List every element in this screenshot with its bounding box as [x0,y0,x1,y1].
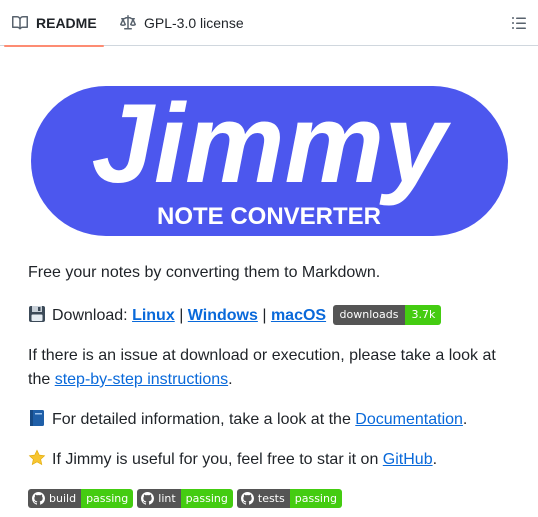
download-prefix: Download: [52,307,128,324]
star-paragraph: If Jimmy is useful for you, feel free to… [28,448,508,472]
downloads-badge-label: downloads [332,305,406,325]
lint-badge-value: passing [180,489,233,508]
tab-readme-label: README [36,15,97,31]
ci-badges: build passing lint passing tests passing [28,489,342,508]
download-macos-link[interactable]: macOS [271,307,326,324]
outline-button[interactable] [510,14,528,32]
build-badge[interactable]: build passing [28,489,134,508]
blue-book-icon [28,409,46,427]
github-icon [240,492,254,505]
issue-paragraph: If there is an issue at download or exec… [28,344,508,392]
lint-badge-label: lint [158,492,176,505]
lint-badge[interactable]: lint passing [137,489,233,508]
floppy-disk-icon [28,305,46,323]
logo-subtitle: NOTE CONVERTER [157,203,381,230]
documentation-link[interactable]: Documentation [355,411,463,428]
tests-badge[interactable]: tests passing [236,489,342,508]
github-link[interactable]: GitHub [383,451,433,468]
docs-paragraph: For detailed information, take a look at… [28,408,508,432]
jimmy-logo: Jimmy NOTE CONVERTER [31,86,508,236]
download-line: Download: Linux | Windows | macOS downlo… [28,304,508,328]
download-separator: | [179,307,184,324]
list-outline-icon [511,15,527,31]
docs-text: For detailed information, take a look at… [52,411,351,428]
tagline: Free your notes by converting them to Ma… [28,264,381,281]
downloads-badge-value: 3.7k [405,305,442,325]
tab-license-label: GPL-3.0 license [144,15,244,31]
star-icon [28,449,46,467]
github-icon [32,492,45,505]
tab-readme[interactable]: README [4,0,104,47]
star-text: If Jimmy is useful for you, feel free to… [52,451,379,468]
github-icon [141,492,155,505]
star-end: . [432,451,438,468]
build-badge-value: passing [81,489,134,508]
law-scale-icon [120,15,136,31]
download-linux-link[interactable]: Linux [132,307,175,324]
download-separator: | [262,307,267,324]
readme-tab-bar: README GPL-3.0 license [0,0,538,47]
logo-title: Jimmy [92,86,452,206]
docs-end: . [462,411,468,428]
build-badge-label: build [49,492,77,505]
step-by-step-instructions-link[interactable]: step-by-step instructions [55,371,228,388]
download-windows-link[interactable]: Windows [188,307,258,324]
tab-license[interactable]: GPL-3.0 license [112,0,244,46]
tests-badge-value: passing [289,489,342,508]
issue-end: . [228,371,233,388]
book-icon [12,15,28,31]
tests-badge-label: tests [257,492,285,505]
downloads-badge[interactable]: downloads 3.7k [332,305,442,325]
